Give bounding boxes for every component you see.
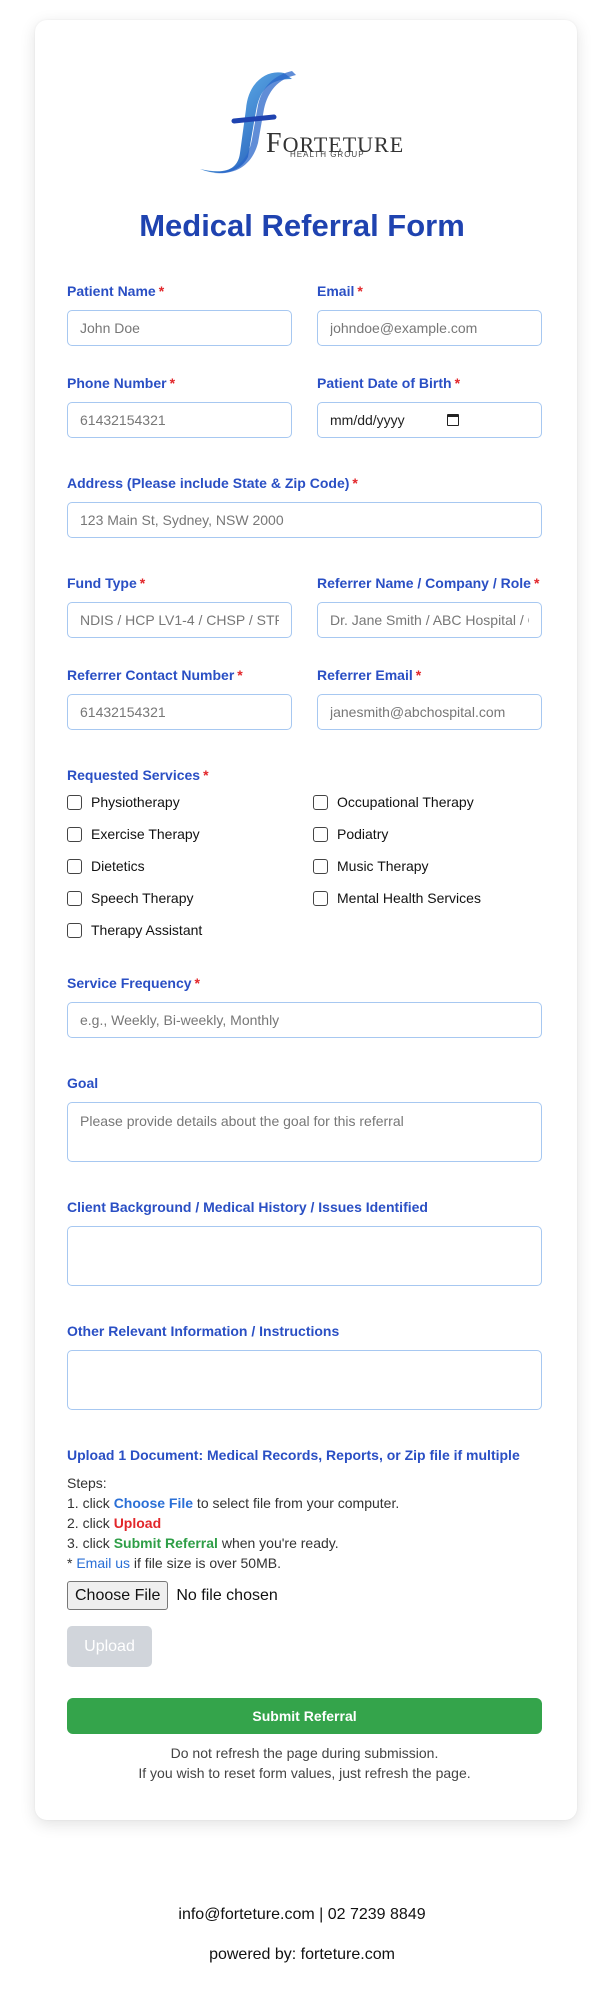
step-4: * Email us if file size is over 50MB. — [67, 1555, 281, 1571]
brand-subtitle: HEALTH GROUP — [290, 150, 365, 159]
dob-value: mm/dd/yyyy — [330, 412, 405, 428]
fund-type-input[interactable] — [67, 602, 292, 638]
step-2: 2. click Upload — [67, 1515, 162, 1531]
checkbox-box[interactable] — [67, 890, 82, 906]
steps-title: Steps: — [67, 1475, 107, 1491]
address-input[interactable] — [67, 502, 542, 538]
service-physiotherapy-checkbox[interactable]: Physiotherapy — [67, 794, 180, 810]
checkbox-box[interactable] — [67, 922, 82, 938]
referrer-email-label: Referrer Email * — [317, 667, 422, 683]
refresh-warning: Do not refresh the page during submissio… — [170, 1745, 439, 1761]
service-speech-therapy-checkbox[interactable]: Speech Therapy — [67, 890, 193, 906]
reset-hint: If you wish to reset form values, just r… — [138, 1765, 471, 1781]
frequency-input[interactable] — [67, 1002, 542, 1038]
referrer-phone-input[interactable] — [67, 694, 292, 730]
goal-label: Goal — [67, 1075, 99, 1091]
checkbox-box[interactable] — [313, 890, 328, 906]
service-exercise-therapy-checkbox[interactable]: Exercise Therapy — [67, 826, 200, 842]
referrer-phone-label: Referrer Contact Number * — [67, 667, 243, 683]
phone-input[interactable] — [67, 402, 292, 438]
referrer-email-input[interactable] — [317, 694, 542, 730]
patient-name-label: Patient Name * — [67, 283, 165, 299]
upload-steps: Steps: 1. click Choose File to select fi… — [67, 1473, 399, 1573]
file-input: Choose File No file chosen — [67, 1581, 278, 1610]
background-label: Client Background / Medical History / Is… — [67, 1199, 428, 1215]
step-3: 3. click Submit Referral when you're rea… — [67, 1535, 339, 1551]
email-input[interactable] — [317, 310, 542, 346]
address-label: Address (Please include State & Zip Code… — [67, 475, 358, 491]
choose-file-button[interactable]: Choose File — [67, 1581, 169, 1610]
service-therapy-assistant-checkbox[interactable]: Therapy Assistant — [67, 922, 202, 938]
checkbox-box[interactable] — [67, 794, 82, 810]
background-textarea[interactable] — [67, 1226, 542, 1286]
service-mental-health-checkbox[interactable]: Mental Health Services — [313, 890, 481, 906]
email-label: Email * — [317, 283, 363, 299]
file-status: No file chosen — [176, 1586, 278, 1604]
phone-label: Phone Number * — [67, 375, 176, 391]
forteture-logo-icon — [200, 71, 296, 174]
referrer-name-label: Referrer Name / Company / Role * — [317, 575, 540, 591]
service-dietetics-checkbox[interactable]: Dietetics — [67, 858, 145, 874]
dob-date-input[interactable]: mm/dd/yyyy — [317, 402, 542, 438]
footer-powered-by: powered by: forteture.com — [209, 1946, 395, 1963]
fund-type-label: Fund Type * — [67, 575, 146, 591]
upload-label: Upload 1 Document: Medical Records, Repo… — [67, 1447, 520, 1463]
dob-label: Patient Date of Birth * — [317, 375, 461, 391]
submit-referral-button[interactable]: Submit Referral — [67, 1698, 542, 1734]
patient-name-input[interactable] — [67, 310, 292, 346]
checkbox-box[interactable] — [313, 826, 328, 842]
referrer-name-input[interactable] — [317, 602, 542, 638]
services-label: Requested Services * — [67, 767, 209, 783]
checkbox-box[interactable] — [313, 858, 328, 874]
calendar-icon[interactable] — [447, 414, 459, 426]
email-us-link[interactable]: Email us — [76, 1555, 130, 1571]
service-music-therapy-checkbox[interactable]: Music Therapy — [313, 858, 429, 874]
frequency-label: Service Frequency * — [67, 975, 200, 991]
service-podiatry-checkbox[interactable]: Podiatry — [313, 826, 388, 842]
other-info-textarea[interactable] — [67, 1350, 542, 1410]
checkbox-box[interactable] — [67, 858, 82, 874]
step-1: 1. click Choose File to select file from… — [67, 1495, 400, 1511]
checkbox-box[interactable] — [67, 826, 82, 842]
other-info-label: Other Relevant Information / Instruction… — [67, 1323, 340, 1339]
upload-button[interactable]: Upload — [67, 1626, 152, 1667]
footer-contact: info@forteture.com | 02 7239 8849 — [178, 1906, 426, 1923]
page-title: Medical Referral Form — [139, 208, 465, 243]
checkbox-box[interactable] — [313, 794, 328, 810]
service-occupational-therapy-checkbox[interactable]: Occupational Therapy — [313, 794, 474, 810]
goal-textarea[interactable] — [67, 1102, 542, 1162]
